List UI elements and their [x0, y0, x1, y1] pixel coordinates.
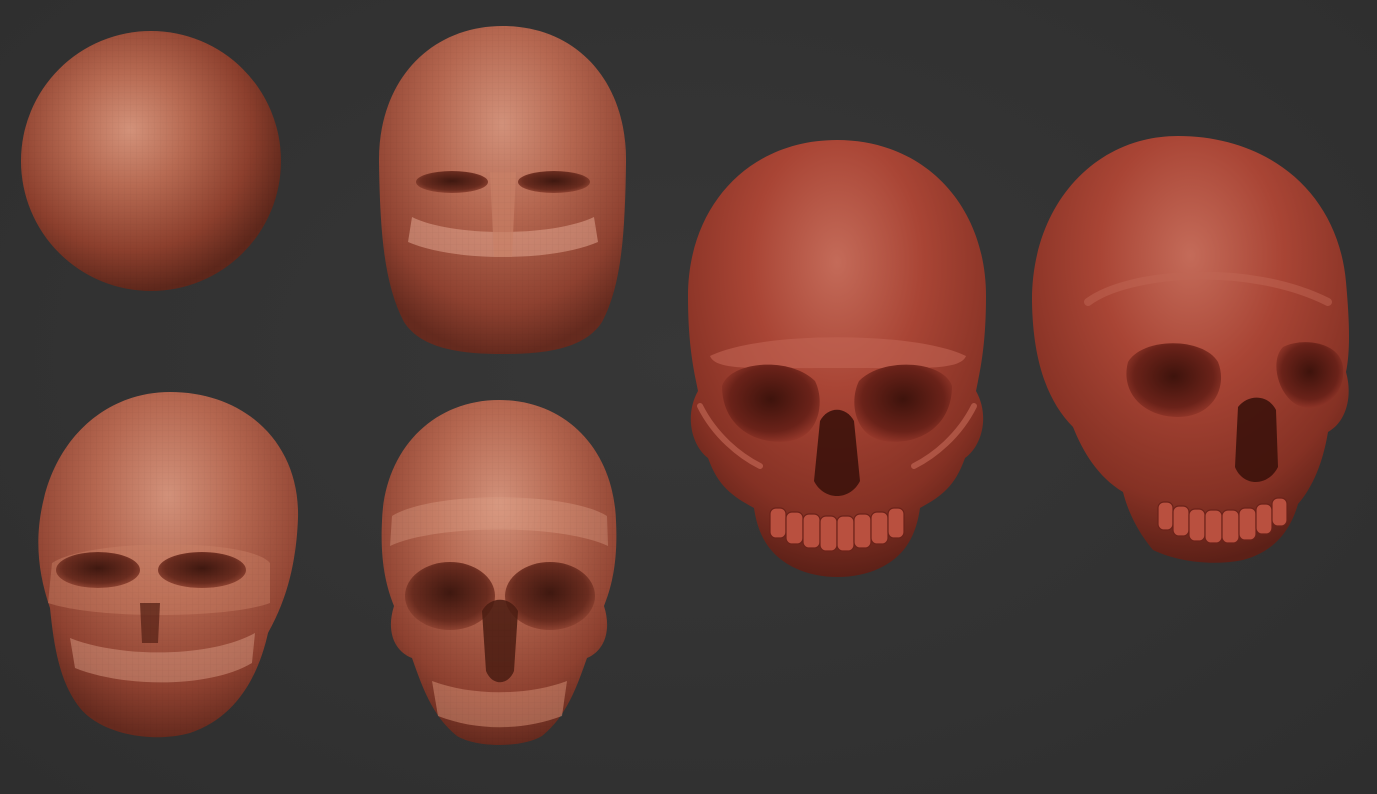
- refined-forms-skull: [381, 400, 617, 745]
- final-skull-angle: [1031, 136, 1349, 563]
- primary-forms-skull: [38, 392, 299, 738]
- sphere-mesh: [21, 31, 281, 291]
- skull-mesh: [381, 400, 617, 745]
- sculpting-viewport: [0, 0, 1377, 794]
- nasal-cavity: [814, 409, 860, 496]
- skull-mesh: [38, 392, 299, 738]
- nasal-cavity: [1235, 397, 1278, 482]
- base-sphere: [21, 31, 281, 291]
- blockout-head: [378, 26, 627, 354]
- head-mesh: [378, 26, 627, 354]
- final-skull-front: [688, 140, 986, 577]
